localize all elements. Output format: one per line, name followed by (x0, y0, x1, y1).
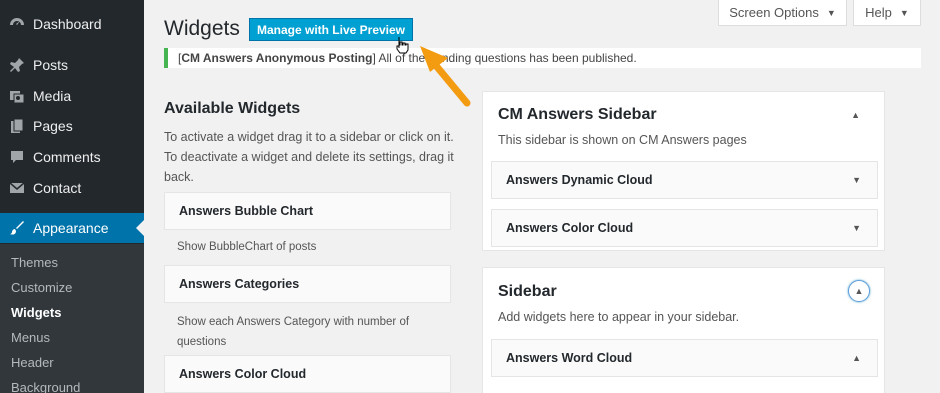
caret-down-icon: ▼ (826, 7, 836, 18)
widget-title: Answers Word Cloud (506, 351, 633, 365)
menu-item-pages[interactable]: Pages (0, 111, 144, 141)
menu-label: Comments (33, 149, 101, 165)
page-title: Widgets (164, 17, 240, 40)
menu-label: Posts (33, 57, 69, 73)
envelope-icon (9, 182, 25, 193)
screen-options-label: Screen Options (729, 5, 819, 20)
pushpin-icon (10, 58, 24, 72)
widget-title: Answers Bubble Chart (179, 204, 314, 218)
dashboard-icon (10, 18, 24, 25)
expand-arrow-icon[interactable]: ▼ (852, 175, 861, 185)
submenu-item-menus[interactable]: Menus (11, 330, 50, 345)
available-widgets-title: Available Widgets (164, 100, 301, 117)
menu-label: Pages (33, 118, 73, 134)
help-button[interactable]: Help ▼ (853, 0, 921, 26)
sidebar-widget-answers-dynamic-cloud[interactable]: Answers Dynamic Cloud ▼ (491, 161, 878, 199)
paintbrush-icon (10, 221, 24, 235)
widget-answers-bubble-chart[interactable]: Answers Bubble Chart (164, 192, 451, 230)
notice-text: All of the pending questions has been pu… (375, 51, 637, 65)
menu-label: Contact (33, 180, 82, 196)
notice-plugin-name: CM Answers Anonymous Posting (181, 51, 373, 65)
menu-label: Dashboard (33, 16, 102, 32)
menu-label: Media (33, 88, 72, 104)
submenu-item-header[interactable]: Header (11, 355, 54, 370)
caret-down-icon: ▼ (899, 7, 909, 18)
widget-title: Answers Dynamic Cloud (506, 173, 653, 187)
submenu-item-themes[interactable]: Themes (11, 255, 58, 270)
expand-arrow-icon[interactable]: ▼ (852, 223, 861, 233)
admin-menu: Dashboard Posts Media Pages Comments Con… (0, 0, 144, 393)
menu-item-appearance[interactable]: Appearance (0, 213, 144, 243)
menu-item-media[interactable]: Media (0, 81, 144, 111)
widget-title: Answers Color Cloud (179, 367, 307, 381)
collapse-arrow-icon[interactable]: ▲ (852, 353, 861, 363)
widget-answers-categories[interactable]: Answers Categories (164, 265, 451, 303)
screen-options-button[interactable]: Screen Options ▼ (718, 0, 847, 26)
sidebar-cm-answers: CM Answers Sidebar ▲ This sidebar is sho… (482, 91, 885, 251)
media-icon (10, 91, 25, 104)
sidebar-description: This sidebar is shown on CM Answers page… (498, 133, 747, 147)
widget-description: Show each Answers Category with number o… (177, 316, 410, 348)
sidebar-title: Sidebar (498, 283, 557, 300)
widget-answers-color-cloud[interactable]: Answers Color Cloud (164, 355, 451, 393)
submenu-item-background[interactable]: Background (11, 380, 80, 393)
sidebar-main: Sidebar ▲ Add widgets here to appear in … (482, 267, 885, 393)
sidebar-description: Add widgets here to appear in your sideb… (498, 310, 740, 324)
menu-label: Appearance (33, 220, 109, 236)
help-label: Help (865, 5, 892, 20)
collapse-arrow-icon[interactable]: ▲ (851, 110, 860, 120)
sidebar-widget-answers-color-cloud[interactable]: Answers Color Cloud ▼ (491, 209, 878, 247)
appearance-submenu: Themes Customize Widgets Menus Header Ba… (0, 244, 144, 393)
widget-description: Show BubbleChart of posts (177, 241, 317, 253)
menu-item-posts[interactable]: Posts (0, 50, 144, 80)
submenu-item-customize[interactable]: Customize (11, 280, 72, 295)
widget-title: Answers Categories (179, 277, 300, 291)
comment-icon (11, 151, 23, 163)
pages-icon (11, 118, 24, 133)
manage-live-preview-button[interactable]: Manage with Live Preview (249, 18, 413, 41)
collapse-arrow-icon[interactable]: ▲ (848, 280, 870, 302)
menu-item-contact[interactable]: Contact (0, 173, 144, 203)
success-notice: [CM Answers Anonymous Posting] All of th… (164, 48, 921, 68)
sidebar-widget-answers-word-cloud[interactable]: Answers Word Cloud ▲ (491, 339, 878, 377)
widget-title: Answers Color Cloud (506, 221, 634, 235)
available-widgets-description: To activate a widget drag it to a sideba… (164, 130, 454, 184)
menu-item-dashboard[interactable]: Dashboard (0, 9, 144, 39)
sidebar-title: CM Answers Sidebar (498, 106, 657, 123)
submenu-item-widgets[interactable]: Widgets (11, 305, 61, 320)
menu-item-comments[interactable]: Comments (0, 142, 144, 172)
